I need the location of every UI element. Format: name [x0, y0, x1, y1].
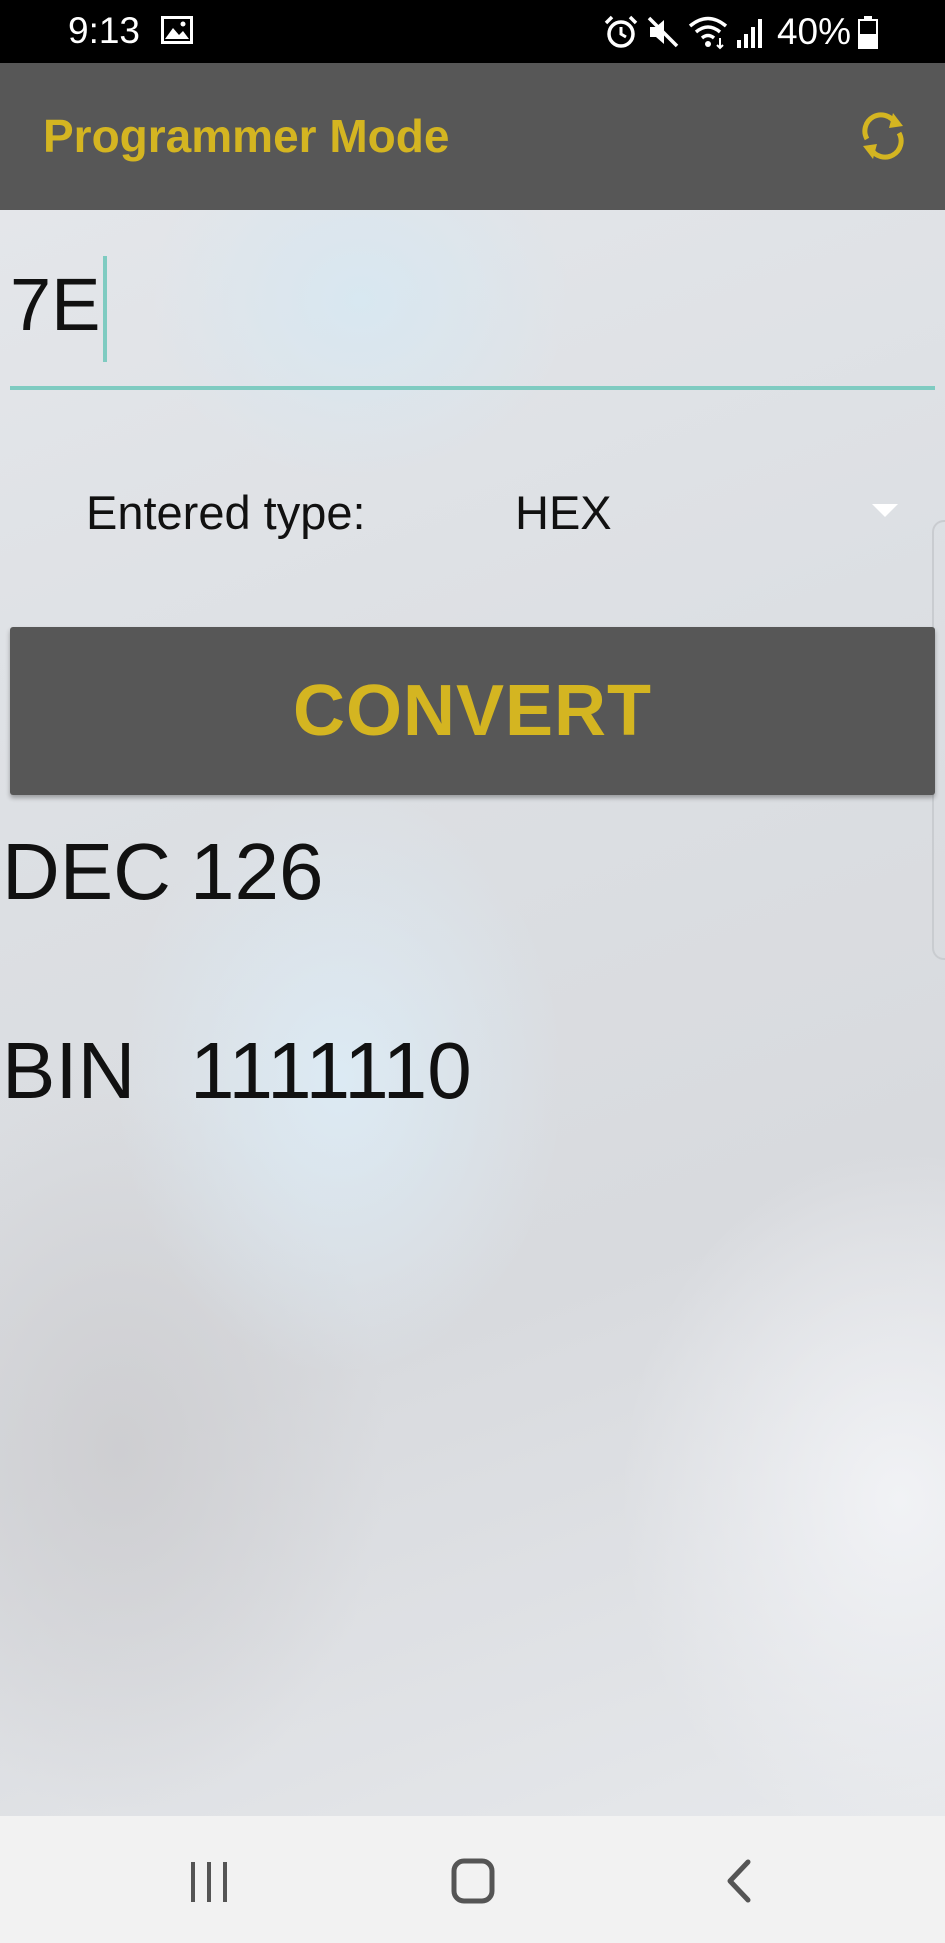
back-icon[interactable]: [724, 1858, 754, 1904]
battery-icon: [858, 16, 878, 49]
number-input-field[interactable]: 7E: [10, 250, 935, 390]
status-bar: 9:13 40%: [0, 0, 945, 63]
dropdown-arrow-icon: [872, 504, 898, 517]
wifi-icon: [688, 16, 728, 50]
status-time: 9:13: [68, 10, 141, 51]
input-underline: [10, 386, 935, 390]
screen: 9:13 40% Programmer Mode 7E Entered type…: [0, 0, 945, 1943]
entered-type-value: HEX: [515, 486, 612, 539]
alarm-icon: [604, 15, 638, 48]
convert-button[interactable]: CONVERT: [10, 627, 935, 795]
result-bin-label: BIN: [2, 1026, 136, 1115]
entered-type-label: Entered type:: [86, 486, 366, 539]
image-icon: [161, 16, 193, 44]
result-bin-row: BIN 1111110: [2, 1025, 472, 1117]
result-dec-value: 126: [190, 827, 324, 916]
result-dec-label: DEC: [2, 827, 171, 916]
result-dec-row: DEC 126: [2, 826, 323, 918]
battery-text: 40%: [776, 11, 851, 52]
refresh-icon: [862, 112, 904, 160]
signal-icon: [736, 19, 762, 48]
navigation-bar: [0, 1816, 945, 1943]
refresh-button[interactable]: [850, 103, 916, 169]
app-bar: Programmer Mode: [0, 63, 945, 210]
number-input[interactable]: 7E: [10, 250, 107, 362]
home-icon[interactable]: [451, 1858, 495, 1904]
page-title: Programmer Mode: [43, 110, 450, 162]
entered-type-dropdown[interactable]: HEX: [505, 470, 915, 550]
mute-icon: [647, 16, 679, 48]
input-value: 7E: [10, 263, 101, 346]
result-bin-value: 1111110: [190, 1026, 472, 1115]
text-caret: [102, 256, 107, 362]
recents-icon[interactable]: [187, 1860, 231, 1904]
status-icons: 40%: [603, 10, 879, 54]
